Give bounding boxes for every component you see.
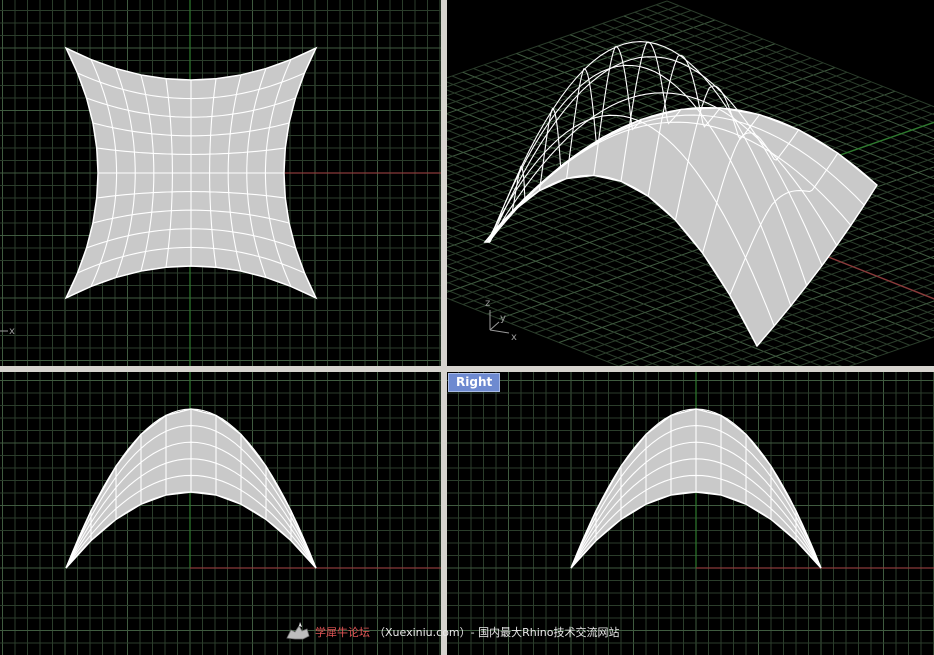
axis-z-label: z <box>485 298 490 309</box>
surface-top-view[interactable] <box>64 46 318 300</box>
viewport-right[interactable]: Right <box>447 372 934 655</box>
viewport-top[interactable]: x <box>0 0 441 366</box>
axis-x-label: x <box>9 326 15 337</box>
surface-front-view[interactable] <box>65 408 317 569</box>
axis-y-label: y <box>500 313 506 324</box>
watermark: 学犀牛论坛 （Xuexiniu.com）- 国内最大Rhino技术交流网站 <box>285 620 619 644</box>
viewport-title-right[interactable]: Right <box>448 373 501 392</box>
right-view-canvas[interactable] <box>447 372 934 655</box>
watermark-brand: 学犀牛论坛 <box>315 626 370 639</box>
axis-x-label: x <box>511 332 517 343</box>
viewport-perspective[interactable]: z y x <box>447 0 934 366</box>
watermark-text: （Xuexiniu.com）- 国内最大Rhino技术交流网站 <box>374 626 620 639</box>
front-view-canvas[interactable] <box>0 372 441 655</box>
rhino-logo-icon <box>286 622 310 640</box>
grid <box>0 372 441 655</box>
viewport-front[interactable] <box>0 372 441 655</box>
perspective-view-canvas[interactable]: z y x <box>447 0 934 366</box>
top-view-canvas[interactable]: x <box>0 0 441 366</box>
